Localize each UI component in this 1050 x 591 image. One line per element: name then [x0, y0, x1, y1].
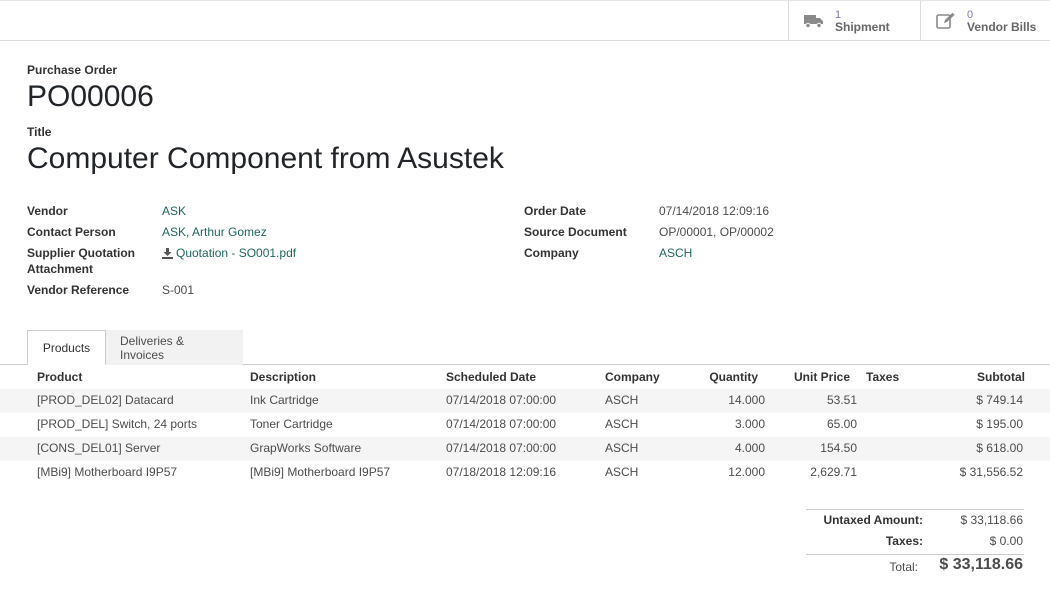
col-company[interactable]: Company [605, 370, 660, 384]
order-date-value: 07/14/2018 12:09:16 [659, 204, 770, 218]
truck-icon [803, 10, 825, 32]
cell-scheduled-date: 07/14/2018 07:00:00 [446, 441, 557, 455]
order-date-label: Order Date [524, 204, 587, 218]
cell-description: Ink Cartridge [250, 393, 319, 407]
order-label: Purchase Order [27, 63, 118, 77]
col-quantity[interactable]: Quantity [690, 370, 758, 384]
table-row[interactable]: [PROD_DEL02] Datacard Ink Cartridge 07/1… [0, 389, 1050, 413]
taxes-value: $ 0.00 [989, 534, 1023, 548]
untaxed-amount-value: $ 33,118.66 [960, 513, 1023, 527]
attachment-label: Supplier Quotation Attachment [27, 245, 135, 277]
cell-company: ASCH [605, 417, 639, 431]
contact-label: Contact Person [27, 225, 116, 239]
cell-quantity: 12.000 [728, 465, 765, 479]
cell-subtotal: $ 195.00 [976, 417, 1023, 431]
contact-link[interactable]: ASK, Arthur Gomez [162, 224, 267, 240]
smart-button-bar: 1 Shipment 0 Vendor Bills [0, 0, 1050, 41]
attachment-download-link[interactable]: Quotation - SO001.pdf [162, 245, 296, 261]
cell-quantity: 4.000 [734, 441, 765, 455]
cell-unit-price: 53.51 [826, 393, 857, 407]
cell-unit-price: 65.00 [826, 417, 857, 431]
notebook-tabs: Products Deliveries & Invoices [27, 330, 243, 365]
col-subtotal[interactable]: Subtotal [935, 370, 1025, 384]
cell-subtotal: $ 618.00 [976, 441, 1023, 455]
vendor-bills-smart-button[interactable]: 0 Vendor Bills [920, 1, 1050, 41]
shipment-label: Shipment [835, 20, 890, 34]
cell-unit-price: 154.50 [820, 441, 857, 455]
cell-product: [PROD_DEL] Switch, 24 ports [37, 417, 198, 431]
total-label: Total: [889, 560, 918, 574]
untaxed-amount-label: Untaxed Amount: [823, 513, 923, 527]
table-row[interactable]: [MBi9] Motherboard I9P57 [MBi9] Motherbo… [0, 461, 1050, 485]
cell-company: ASCH [605, 465, 639, 479]
attachment-filename: Quotation - SO001.pdf [176, 246, 297, 260]
vendor-ref-value: S-001 [162, 283, 195, 297]
vendor-bills-label: Vendor Bills [967, 20, 1037, 34]
col-description[interactable]: Description [250, 370, 316, 384]
totals-top-divider [806, 509, 1024, 510]
cell-quantity: 3.000 [734, 417, 765, 431]
company-label: Company [524, 246, 579, 260]
order-number: PO00006 [27, 80, 154, 113]
source-value: OP/00001, OP/00002 [659, 225, 774, 239]
totals-divider [806, 554, 1024, 555]
col-product[interactable]: Product [37, 370, 82, 384]
col-taxes[interactable]: Taxes [866, 370, 899, 384]
source-label: Source Document [524, 225, 627, 239]
cell-product: [MBi9] Motherboard I9P57 [37, 465, 178, 479]
table-row[interactable]: [CONS_DEL01] Server GrapWorks Software 0… [0, 437, 1050, 461]
total-value: $ 33,118.66 [939, 556, 1023, 573]
cell-company: ASCH [605, 441, 639, 455]
col-scheduled-date[interactable]: Scheduled Date [446, 370, 536, 384]
vendor-ref-label: Vendor Reference [27, 283, 130, 297]
cell-product: [CONS_DEL01] Server [37, 441, 161, 455]
cell-scheduled-date: 07/14/2018 07:00:00 [446, 393, 557, 407]
company-link[interactable]: ASCH [659, 245, 692, 261]
cell-description: Toner Cartridge [250, 417, 333, 431]
page-title: Computer Component from Asustek [27, 142, 504, 175]
cell-description: [MBi9] Motherboard I9P57 [250, 465, 391, 479]
order-lines-header: Product Description Scheduled Date Compa… [0, 365, 1050, 390]
cell-subtotal: $ 31,556.52 [959, 465, 1023, 479]
cell-subtotal: $ 749.14 [976, 393, 1023, 407]
attachment-label-line2: Attachment [27, 262, 94, 276]
download-icon [162, 247, 173, 259]
cell-unit-price: 2,629.71 [810, 465, 857, 479]
title-label: Title [27, 125, 52, 139]
vendor-link[interactable]: ASK [162, 203, 186, 219]
cell-product: [PROD_DEL02] Datacard [37, 393, 174, 407]
tab-products[interactable]: Products [27, 330, 106, 365]
col-unit-price[interactable]: Unit Price [780, 370, 850, 384]
shipment-smart-button[interactable]: 1 Shipment [788, 1, 920, 41]
vendor-label: Vendor [27, 204, 68, 218]
cell-scheduled-date: 07/14/2018 07:00:00 [446, 417, 557, 431]
taxes-label: Taxes: [885, 534, 923, 548]
tab-deliveries-invoices[interactable]: Deliveries & Invoices [106, 330, 243, 365]
cell-company: ASCH [605, 393, 639, 407]
edit-icon [935, 10, 957, 32]
cell-description: GrapWorks Software [250, 441, 362, 455]
table-row[interactable]: [PROD_DEL] Switch, 24 ports Toner Cartri… [0, 413, 1050, 437]
attachment-label-line1: Supplier Quotation [27, 246, 135, 260]
cell-quantity: 14.000 [728, 393, 765, 407]
cell-scheduled-date: 07/18/2018 12:09:16 [446, 465, 557, 479]
